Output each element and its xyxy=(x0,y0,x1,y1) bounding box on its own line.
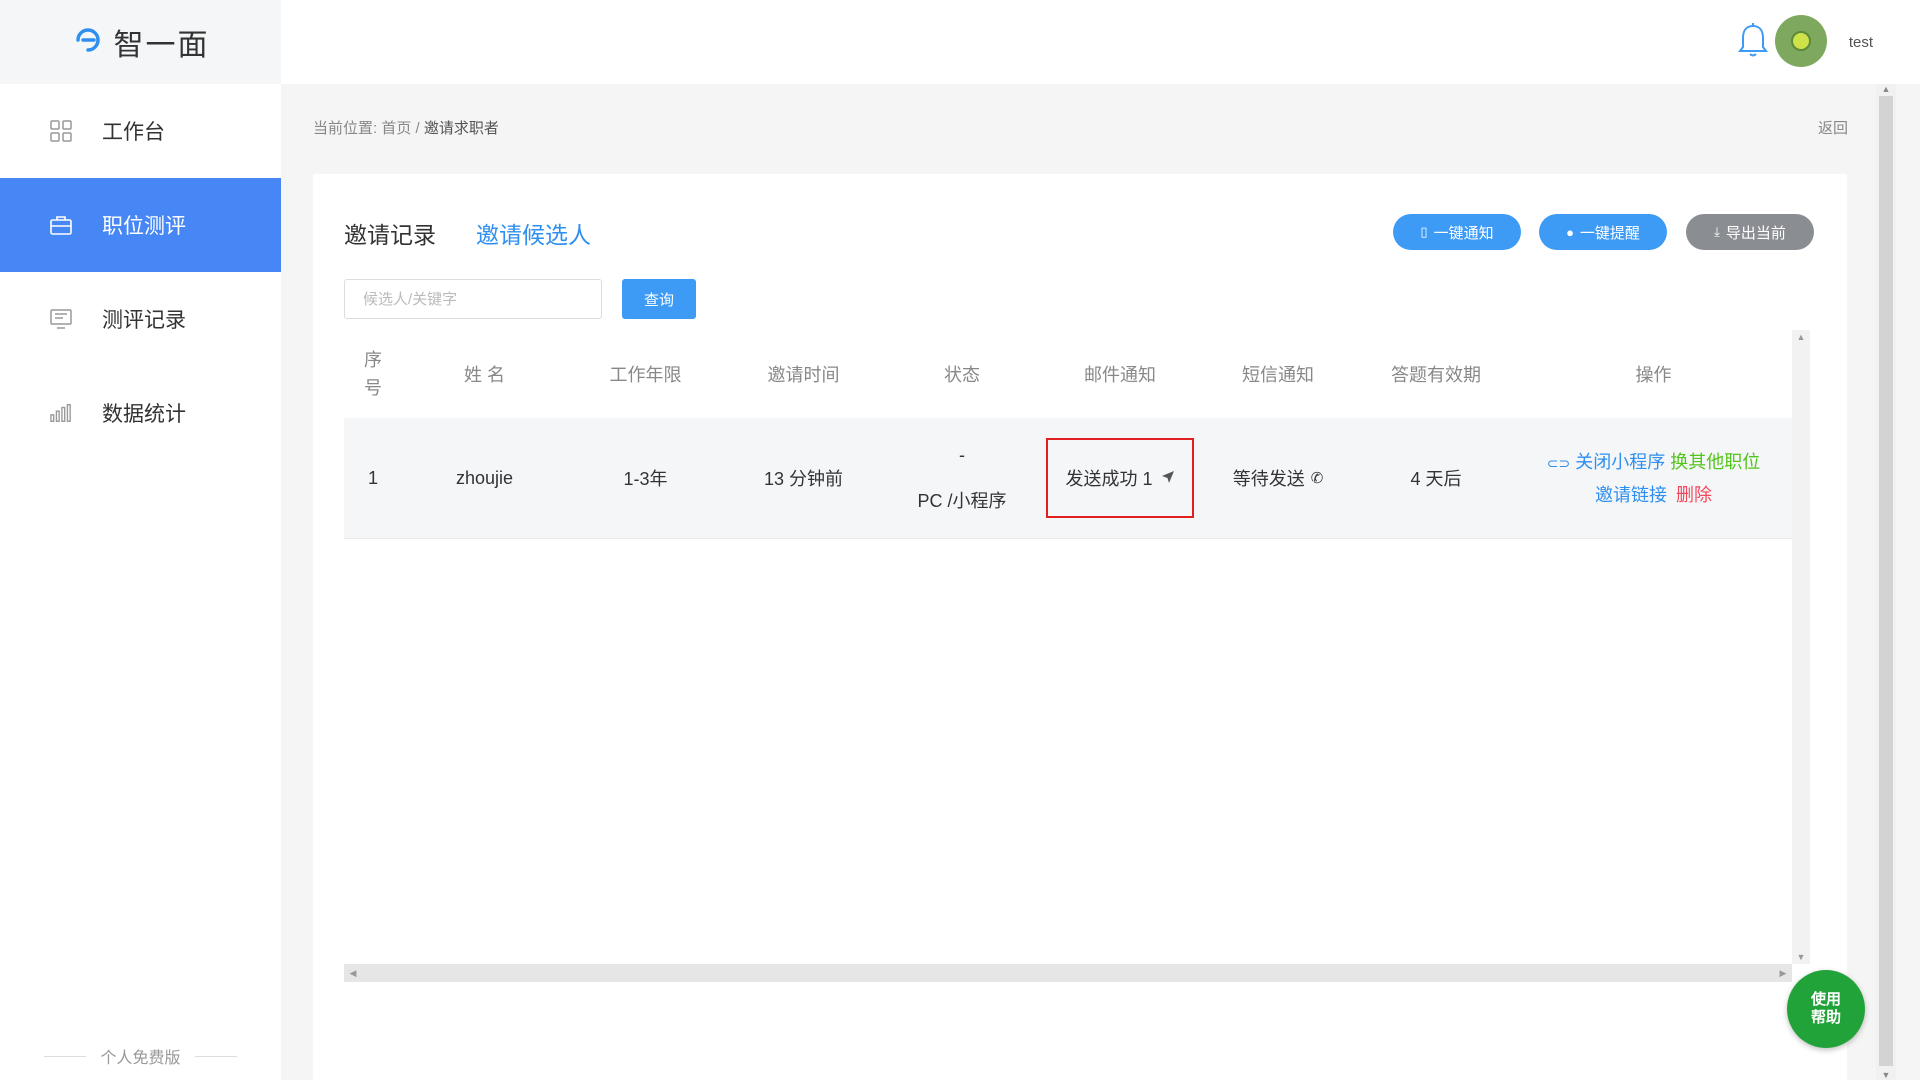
remind-all-label: 一键提醒 xyxy=(1579,224,1640,242)
email-status-highlight[interactable]: 发送成功 1 xyxy=(1046,438,1194,518)
header-years: 工作年限 xyxy=(609,365,682,385)
sidebar-item-label: 工作台 xyxy=(102,121,165,144)
header-index: 序 号 xyxy=(344,330,402,418)
export-current-button[interactable]: ⤓ 导出当前 xyxy=(1686,214,1814,250)
breadcrumb-current: 邀请求职者 xyxy=(423,120,499,137)
bell-icon[interactable] xyxy=(1738,22,1768,63)
top-bar: test xyxy=(281,0,1920,84)
scroll-right-icon[interactable]: ▶ xyxy=(1776,964,1790,982)
header-email: 邮件通知 xyxy=(1084,365,1156,385)
row-email: 发送成功 1 xyxy=(1041,418,1199,538)
avatar-image xyxy=(1791,31,1811,51)
breadcrumb-separator: / xyxy=(415,120,420,137)
delete-link[interactable]: 删除 xyxy=(1676,485,1712,505)
invite-link[interactable]: 邀请链接 xyxy=(1595,485,1667,505)
row-ops: ⊂⊃ 关闭小程序 换其他职位 邀请链接 删除 xyxy=(1515,418,1792,538)
lightbulb-icon: ● xyxy=(1566,224,1574,240)
row-status: - PC /小程序 xyxy=(883,418,1041,538)
divider xyxy=(194,1055,237,1057)
sidebar-item-label: 职位测评 xyxy=(102,215,186,238)
remind-all-button[interactable]: ● 一键提醒 xyxy=(1539,214,1667,250)
invite-records-card: 邀请记录 邀请候选人 ▯ 一键通知 ● 一键提醒 ⤓ 导出当前 查询 序 号 姓… xyxy=(313,174,1847,1080)
row-status-line1: - xyxy=(959,445,965,465)
header-index-line1: 序 xyxy=(364,350,382,370)
logo-text: 智一面 xyxy=(113,29,210,62)
record-list-icon xyxy=(50,308,72,330)
mobile-icon: ▯ xyxy=(1420,224,1428,239)
table-vertical-scrollbar[interactable]: ▲ ▼ xyxy=(1792,330,1810,964)
query-button[interactable]: 查询 xyxy=(622,279,696,319)
avatar[interactable] xyxy=(1775,15,1827,67)
scroll-up-icon[interactable]: ▲ xyxy=(1792,332,1810,342)
export-current-label: 导出当前 xyxy=(1725,224,1786,242)
sms-status-text: 等待发送 xyxy=(1232,469,1305,489)
toggle-icon: ⊂⊃ xyxy=(1546,454,1571,471)
page-scrollbar[interactable]: ▲ ▼ xyxy=(1876,84,1896,1080)
send-icon xyxy=(1161,468,1175,489)
invite-table: 序 号 姓 名 工作年限 邀请时间 状态 邮件通知 短信通知 答题有效期 操作 … xyxy=(344,330,1792,539)
download-icon: ⤓ xyxy=(1714,224,1720,239)
row-invite-time: 13 分钟前 xyxy=(763,469,844,489)
notify-all-label: 一键通知 xyxy=(1433,224,1494,242)
grid-icon xyxy=(50,120,72,142)
header-name: 姓 名 xyxy=(463,365,505,385)
help-button[interactable]: 使用 帮助 xyxy=(1787,970,1865,1048)
app-logo[interactable]: 智一面 xyxy=(0,0,281,84)
header-status: 状态 xyxy=(944,365,980,385)
sidebar-item-assessment-records[interactable]: 测评记录 xyxy=(0,272,281,366)
sidebar-item-label: 数据统计 xyxy=(102,403,186,426)
row-status-line2: PC /小程序 xyxy=(917,491,1007,511)
row-sms: 等待发送 ✆ xyxy=(1199,418,1357,538)
header-invite-time: 邀请时间 xyxy=(767,365,840,385)
row-validity: 4 天后 xyxy=(1410,469,1462,489)
close-miniprogram-link[interactable]: 关闭小程序 xyxy=(1575,452,1665,472)
header-sms: 短信通知 xyxy=(1242,365,1314,385)
page-scroll-up-icon[interactable]: ▲ xyxy=(1876,84,1896,94)
breadcrumb-home[interactable]: 首页 xyxy=(381,120,411,137)
help-label-line2: 帮助 xyxy=(1810,1009,1841,1026)
sidebar: 智一面 工作台 职位测评 测评记录 数据统计 个人免费版 xyxy=(0,0,281,1080)
sidebar-item-label: 测评记录 xyxy=(102,309,186,332)
page-scroll-down-icon[interactable]: ▼ xyxy=(1876,1070,1896,1080)
email-status-text: 发送成功 1 xyxy=(1065,469,1153,489)
header-validity: 答题有效期 xyxy=(1391,365,1481,385)
breadcrumb: 当前位置: 首页 / 邀请求职者 xyxy=(313,117,499,138)
row-index: 1 xyxy=(367,467,378,488)
table-header: 序 号 姓 名 工作年限 邀请时间 状态 邮件通知 短信通知 答题有效期 操作 xyxy=(344,330,1792,418)
tab-invite-candidates[interactable]: 邀请候选人 xyxy=(476,216,591,250)
username[interactable]: test xyxy=(1849,34,1873,51)
tab-invite-records[interactable]: 邀请记录 xyxy=(344,216,436,250)
divider xyxy=(44,1055,87,1057)
scroll-down-icon[interactable]: ▼ xyxy=(1792,952,1810,962)
scroll-left-icon[interactable]: ◀ xyxy=(346,964,360,982)
row-name: zhoujie xyxy=(455,467,514,488)
plan-text: 个人免费版 xyxy=(100,1050,181,1067)
table-horizontal-scrollbar[interactable]: ◀ ▶ xyxy=(344,964,1792,982)
breadcrumb-prefix: 当前位置: xyxy=(313,120,378,137)
bar-chart-icon xyxy=(50,402,72,424)
header-index-line2: 号 xyxy=(364,378,382,398)
page-scroll-thumb[interactable] xyxy=(1879,96,1893,1066)
table-row: 1 zhoujie 1-3年 13 分钟前 - PC /小程序 发送成功 1 等… xyxy=(344,418,1792,539)
notify-all-button[interactable]: ▯ 一键通知 xyxy=(1393,214,1521,250)
phone-icon: ✆ xyxy=(1310,470,1324,487)
help-label-line1: 使用 xyxy=(1810,991,1841,1008)
plan-label: 个人免费版 xyxy=(0,1044,281,1068)
change-position-link[interactable]: 换其他职位 xyxy=(1670,452,1760,472)
sidebar-item-data-statistics[interactable]: 数据统计 xyxy=(0,366,281,460)
search-input[interactable] xyxy=(344,279,602,319)
header-ops: 操作 xyxy=(1635,365,1672,385)
sidebar-item-position-assessment[interactable]: 职位测评 xyxy=(0,178,281,272)
row-years: 1-3年 xyxy=(623,469,668,489)
back-link[interactable]: 返回 xyxy=(1818,117,1848,138)
briefcase-icon xyxy=(50,214,72,236)
logo-icon xyxy=(72,25,108,60)
sidebar-item-workbench[interactable]: 工作台 xyxy=(0,84,281,178)
